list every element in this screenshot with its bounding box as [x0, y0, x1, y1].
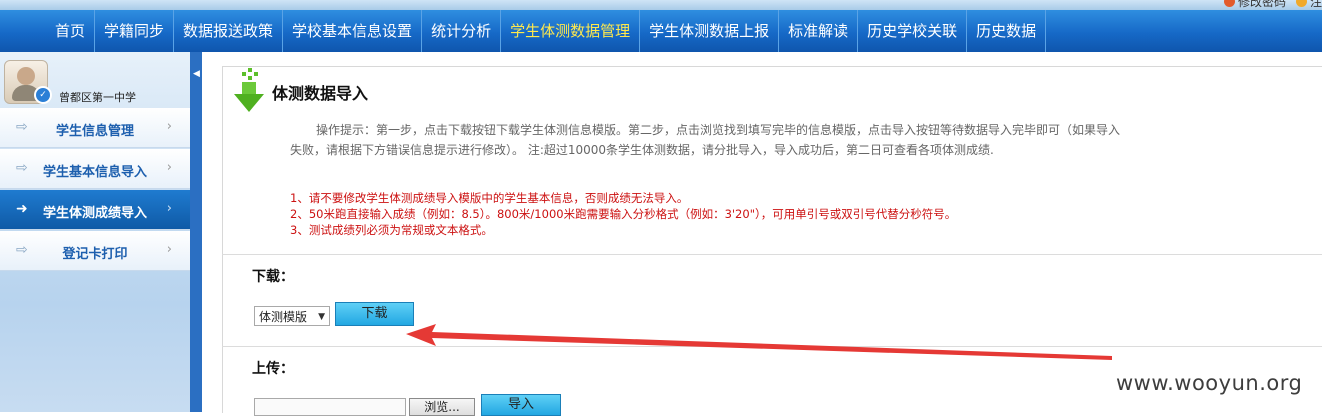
annotation-arrow	[406, 324, 1112, 360]
download-label: 下载：	[252, 269, 294, 285]
download-button[interactable]: 下载	[335, 302, 414, 326]
warning-notes: 1、请不要修改学生体测成绩导入模版中的学生基本信息，否则成绩无法导入。 2、50…	[290, 190, 956, 238]
nav-item-history-data[interactable]: 历史数据	[967, 10, 1047, 52]
sidebar-collapse-icon[interactable]: ◀	[193, 67, 200, 81]
warning-note: 2、50米跑直接输入成绩（例如：8.5）。800米/1000米跑需要输入分秒格式…	[290, 207, 957, 221]
nav-item-standards[interactable]: 标准解读	[779, 10, 859, 52]
nav-item-fitness-data-management[interactable]: 学生体测数据管理	[501, 10, 641, 52]
nav-item-history-school-link[interactable]: 历史学校关联	[858, 10, 968, 52]
nav-item-school-settings[interactable]: 学校基本信息设置	[283, 10, 423, 52]
nav-list: 首页 学籍同步 数据报送政策 学校基本信息设置 统计分析 学生体测数据管理 学生…	[46, 10, 1047, 52]
warning-note: 1、请不要修改学生体测成绩导入模版中的学生基本信息，否则成绩无法导入。	[290, 191, 689, 205]
main-navbar: 首页 学籍同步 数据报送政策 学校基本信息设置 统计分析 学生体测数据管理 学生…	[0, 10, 1322, 53]
file-path-input[interactable]	[254, 398, 406, 416]
upload-label: 上传：	[252, 361, 294, 377]
sidebar-item-fitness-score-import[interactable]: ➜ 学生体测成绩导入 ›	[0, 190, 190, 230]
main-content: 体测数据导入 操作提示：第一步，点击下载按钮下载学生体测信息模版。第二步，点击浏…	[202, 52, 1322, 416]
top-strip: 修改密码 注	[0, 0, 1322, 10]
template-select[interactable]: 体测模版 ▼	[254, 306, 330, 326]
verified-check-icon: ✓	[34, 86, 52, 104]
sidebar-item-card-print[interactable]: ⇨ 登记卡打印 ›	[0, 231, 190, 271]
top-links: 修改密码 注	[1223, 0, 1322, 9]
avatar-head	[17, 67, 35, 85]
browse-button[interactable]: 浏览...	[409, 398, 475, 416]
page-title: 体测数据导入	[272, 84, 369, 103]
chevron-down-icon: ▼	[318, 312, 325, 322]
change-password-link[interactable]: 修改密码	[1223, 0, 1286, 9]
template-select-value: 体测模版	[259, 310, 308, 324]
logout-icon	[1295, 0, 1307, 7]
lock-icon	[1223, 0, 1235, 7]
logout-label: 注	[1309, 0, 1322, 9]
sidebar-item-basic-info-import[interactable]: ⇨ 学生基本信息导入 ›	[0, 149, 190, 189]
chevron-right-icon: ›	[166, 119, 172, 134]
sidebar-item-student-info[interactable]: ⇨ 学生信息管理 ›	[0, 108, 190, 148]
sidebar-item-label: 学生体测成绩导入	[42, 206, 147, 221]
chevron-right-icon: ›	[166, 160, 172, 175]
nav-item-statistics[interactable]: 统计分析	[422, 10, 502, 52]
logout-link[interactable]: 注	[1295, 0, 1322, 9]
sidebar-item-label: 学生基本信息导入	[42, 165, 147, 180]
operation-tip: 操作提示：第一步，点击下载按钮下载学生体测信息模版。第二步，点击浏览找到填写完毕…	[290, 123, 1121, 157]
watermark: www.wooyun.org	[1116, 371, 1303, 395]
chevron-right-icon: ›	[166, 201, 172, 216]
chevron-right-icon: ›	[166, 242, 172, 257]
section-divider	[222, 254, 1322, 255]
sidebar-item-label: 学生信息管理	[55, 124, 134, 139]
import-button[interactable]: 导入	[481, 394, 561, 416]
nav-item-home[interactable]: 首页	[46, 10, 96, 52]
user-panel: ✓ 曾都区第一中学	[4, 58, 189, 108]
nav-item-submission-policy[interactable]: 数据报送政策	[174, 10, 284, 52]
nav-item-fitness-data-report[interactable]: 学生体测数据上报	[640, 10, 780, 52]
sidebar-item-label: 登记卡打印	[62, 247, 128, 262]
change-password-label: 修改密码	[1237, 0, 1286, 9]
download-arrow-icon	[234, 68, 264, 112]
warning-note: 3、测试成绩列必须为常规或文本格式。	[290, 223, 493, 237]
school-name: 曾都区第一中学	[59, 91, 136, 104]
nav-item-enrollment-sync[interactable]: 学籍同步	[95, 10, 175, 52]
sidebar-divider	[190, 52, 202, 412]
sidebar-menu: ⇨ 学生信息管理 › ⇨ 学生基本信息导入 › ➜ 学生体测成绩导入 › ⇨ 登…	[0, 108, 190, 272]
